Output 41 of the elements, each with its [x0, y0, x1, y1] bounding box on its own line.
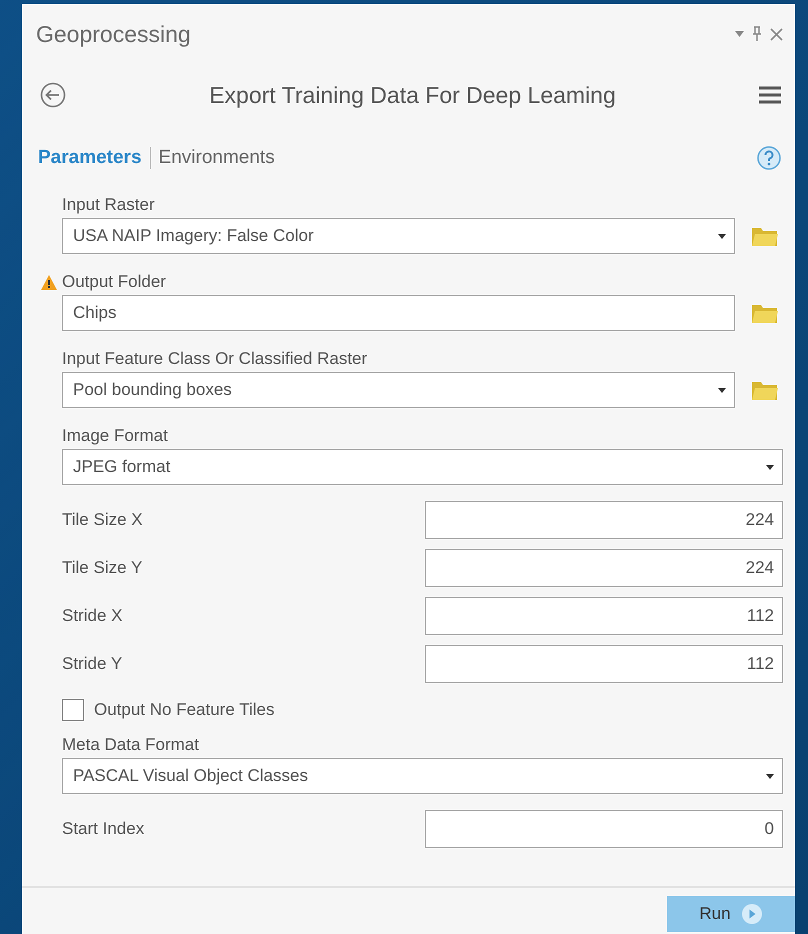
input-field[interactable]: 224	[425, 549, 783, 587]
checkbox[interactable]	[62, 699, 84, 721]
input-field[interactable]: 224	[425, 501, 783, 539]
parameter-label: Meta Data Format	[62, 735, 199, 755]
parameter-label: Tile Size X	[62, 510, 144, 530]
run-button[interactable]: Run	[667, 896, 795, 932]
menu-icon[interactable]	[759, 86, 781, 104]
folder-icon[interactable]	[751, 379, 779, 401]
tab[interactable]: Environments	[158, 147, 275, 169]
help-icon[interactable]	[757, 146, 781, 170]
dropdown-field[interactable]: Pool bounding boxes	[62, 372, 735, 408]
pane-title: Geoprocessing	[36, 20, 192, 48]
parameter-label: Tile Size Y	[62, 558, 144, 578]
dropdown-field[interactable]: JPEG format	[62, 449, 783, 485]
tab[interactable]: Parameters	[38, 147, 142, 169]
parameter-label: Input Raster	[62, 195, 155, 215]
folder-icon[interactable]	[751, 225, 779, 247]
tool-title: Export Training Data For Deep Leaming	[208, 82, 617, 108]
back-icon[interactable]	[40, 82, 66, 108]
dropdown-caret-icon[interactable]	[718, 388, 726, 392]
parameter-label: Image Format	[62, 426, 168, 446]
dropdown-field[interactable]: PASCAL Visual Object Classes	[62, 758, 783, 794]
input-field[interactable]: 112	[425, 645, 783, 683]
pin-icon[interactable]	[752, 26, 762, 42]
parameter-label: Stride X	[62, 606, 124, 626]
parameter-label: Start Index	[62, 819, 146, 839]
close-icon[interactable]	[770, 28, 783, 40]
input-field[interactable]: 0	[425, 810, 783, 848]
parameter-label: Input Feature Class Or Classified Raster	[62, 349, 368, 369]
dropdown-caret-icon[interactable]	[766, 774, 774, 778]
folder-icon[interactable]	[751, 302, 779, 324]
dropdown-caret-icon[interactable]	[718, 234, 726, 238]
checkbox-label: Output No Feature Tiles	[94, 700, 274, 720]
dropdown-field[interactable]: USA NAIP Imagery: False Color	[62, 218, 735, 254]
input-field[interactable]: 112	[425, 597, 783, 635]
dropdown-caret-icon[interactable]	[766, 464, 774, 470]
input-field[interactable]: Chips	[62, 295, 735, 331]
play-icon	[740, 903, 763, 925]
parameter-label: Output Folder	[62, 272, 166, 292]
parameter-label: Stride Y	[62, 654, 124, 674]
warning-icon	[41, 274, 57, 290]
